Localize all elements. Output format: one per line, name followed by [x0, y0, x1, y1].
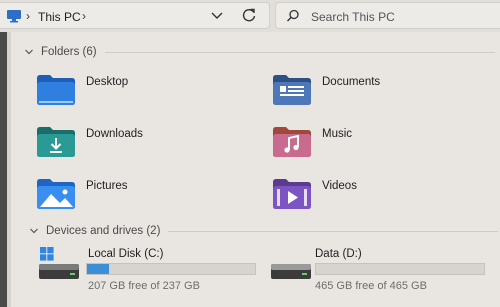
search-input[interactable]: Search This PC — [275, 2, 500, 29]
windows-logo-icon — [40, 247, 54, 261]
drive-free-space: 207 GB free of 237 GB — [88, 280, 200, 292]
folder-label: Pictures — [86, 180, 128, 192]
drive-usage-bar — [315, 263, 485, 275]
folder-label: Music — [322, 128, 353, 140]
section-divider — [168, 230, 499, 232]
navigation-pane-divider[interactable] — [7, 32, 11, 307]
folder-documents[interactable]: Documents — [272, 72, 380, 106]
drive-free-space: 465 GB free of 465 GB — [315, 280, 427, 292]
desktop-folder-icon — [37, 75, 75, 105]
section-header-drives[interactable]: Devices and drives (2) — [29, 225, 499, 237]
folder-label: Videos — [322, 180, 357, 192]
search-placeholder: Search This PC — [311, 10, 395, 24]
section-title: Devices and drives (2) — [46, 225, 161, 237]
music-folder-icon — [273, 127, 311, 157]
breadcrumb-this-pc[interactable]: This PC — [38, 10, 81, 24]
drive-usage-bar — [86, 263, 256, 275]
folder-pictures[interactable]: Pictures — [36, 176, 128, 210]
search-icon — [287, 9, 299, 22]
address-bar[interactable]: › This PC › — [0, 2, 270, 29]
hard-drive-icon — [39, 264, 79, 279]
folder-downloads[interactable]: Downloads — [36, 124, 143, 158]
refresh-icon[interactable] — [241, 7, 257, 23]
folder-music[interactable]: Music — [272, 124, 352, 158]
section-divider — [104, 51, 495, 53]
section-header-folders[interactable]: Folders (6) — [24, 46, 495, 58]
chevron-down-icon[interactable] — [24, 48, 34, 56]
navigation-pane-edge[interactable] — [0, 32, 7, 307]
folder-desktop[interactable]: Desktop — [36, 72, 128, 106]
downloads-folder-icon — [37, 127, 75, 157]
chevron-right-icon[interactable]: › — [26, 9, 30, 23]
chevron-down-icon[interactable] — [29, 227, 39, 235]
drive-c[interactable]: Local Disk (C:) 207 GB free of 237 GB — [38, 245, 263, 295]
drive-d[interactable]: Data (D:) 465 GB free of 465 GB — [270, 245, 495, 295]
folder-videos[interactable]: Videos — [272, 176, 357, 210]
pictures-folder-icon — [37, 179, 75, 209]
folder-label: Documents — [322, 76, 381, 88]
drive-usage-fill — [87, 264, 109, 274]
chevron-down-icon[interactable] — [210, 8, 224, 22]
folder-label: Desktop — [86, 76, 129, 88]
section-title: Folders (6) — [41, 46, 97, 58]
drive-label: Local Disk (C:) — [88, 248, 164, 260]
hard-drive-icon — [271, 264, 311, 279]
chevron-right-icon[interactable]: › — [82, 9, 86, 23]
address-toolbar: › This PC › Search This PC — [0, 0, 500, 32]
this-pc-icon — [7, 10, 21, 23]
drive-label: Data (D:) — [315, 248, 362, 260]
documents-folder-icon — [273, 75, 311, 105]
videos-folder-icon — [273, 179, 311, 209]
folder-label: Downloads — [86, 128, 143, 140]
